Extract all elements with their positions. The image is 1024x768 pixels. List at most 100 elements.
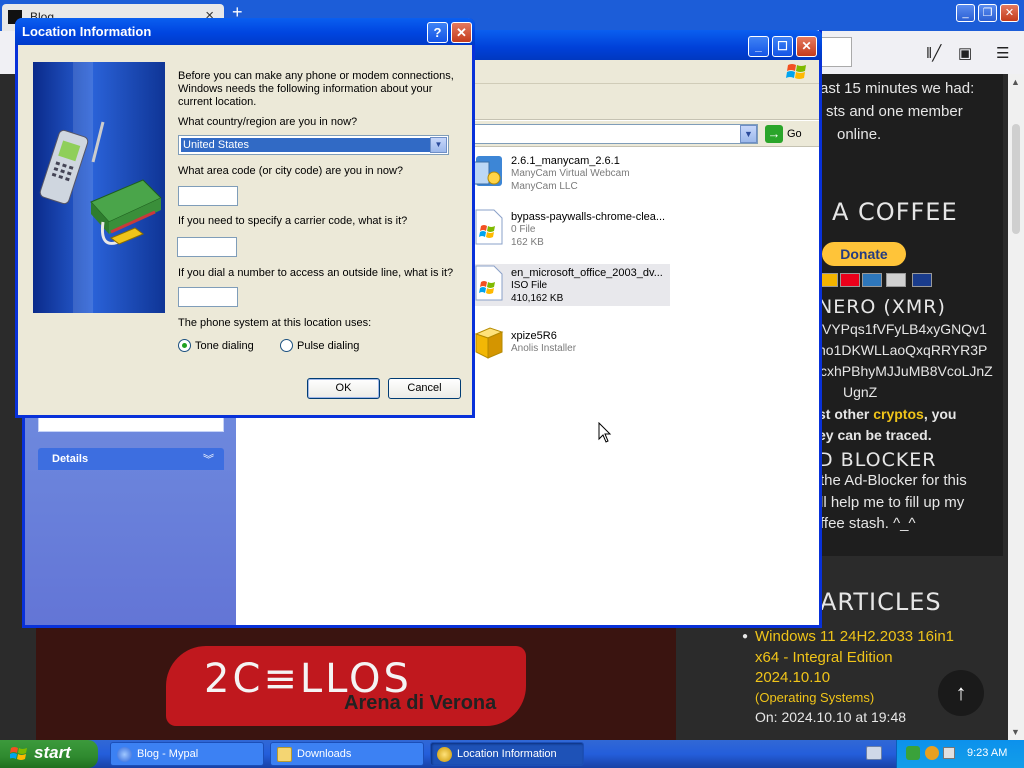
chevron-down-icon[interactable]: ︾ — [203, 451, 214, 467]
browser-close-button[interactable]: ✕ — [1000, 4, 1019, 22]
dialog-title-bar[interactable]: Location Information — [15, 18, 475, 45]
url-bar[interactable] — [818, 37, 852, 67]
taskbar-item-label: Downloads — [297, 748, 352, 760]
library-icon[interactable]: ‖╱ — [926, 44, 941, 62]
bank-card-icon — [912, 273, 932, 287]
sidebar-toggle-icon[interactable]: ▣ — [958, 44, 972, 62]
file-type: 0 File — [511, 224, 536, 235]
article-title-line3[interactable]: 2024.10.10 — [755, 669, 830, 686]
phone-system-question: The phone system at this location uses: — [178, 317, 372, 329]
mypal-browser-icon — [117, 747, 132, 762]
details-section-header[interactable]: Details ︾ — [38, 448, 224, 470]
donate-button[interactable]: Donate — [822, 242, 906, 266]
country-selected-value: United States — [181, 138, 430, 152]
cancel-button[interactable]: Cancel — [388, 378, 461, 399]
crypto-text-a: st other — [818, 406, 874, 422]
file-name[interactable]: xpize5R6 — [511, 330, 557, 342]
taskbar-item-label: Location Information — [457, 748, 557, 760]
taskbar-item-downloads[interactable]: Downloads — [270, 742, 424, 766]
visitors-text-line3: online. — [837, 126, 882, 143]
dialog-title: Location Information — [22, 24, 152, 39]
file-size: 162 KB — [511, 237, 544, 248]
carrier-code-input[interactable] — [177, 237, 237, 257]
adblock-heading: D BLOCKER — [818, 449, 937, 471]
article-category-link[interactable]: (Operating Systems) — [755, 690, 874, 705]
go-arrow-icon[interactable]: → — [765, 125, 783, 143]
xmr-address-line1: VYPqs1fVFyLB4xyGNQv1 — [822, 321, 987, 337]
file-name[interactable]: en_microsoft_office_2003_dv... — [511, 267, 663, 279]
help-button[interactable]: ? — [427, 22, 448, 43]
file-description: Anolis Installer — [511, 343, 577, 354]
details-label: Details — [52, 453, 89, 465]
start-label: start — [34, 743, 71, 762]
scroll-up-icon[interactable]: ▲ — [1011, 77, 1020, 87]
article-title-line1[interactable]: Windows 11 24H2.2033 16in1 — [755, 628, 954, 645]
xmr-address-line2: no1DKWLLaoQxqRRYR3P — [818, 342, 988, 358]
intro-text: Before you can make any phone or modem c… — [178, 70, 454, 108]
tone-dialing-radio[interactable] — [178, 339, 191, 352]
adblock-text-line3: ffee stash. ^_^ — [820, 515, 916, 532]
manycam-installer-icon[interactable] — [472, 152, 504, 190]
xmr-address-line3: cxhPBhyMJJuMB8VcoLJnZ — [820, 363, 993, 379]
article-date: On: 2024.10.10 at 19:48 — [755, 709, 907, 725]
list-bullet: ● — [742, 631, 749, 642]
article-title-line2[interactable]: x64 - Integral Edition — [755, 649, 893, 666]
country-question: What country/region are you in now? — [178, 116, 358, 128]
cryptos-link[interactable]: cryptos — [873, 406, 924, 422]
discover-icon — [886, 273, 906, 287]
address-dropdown-icon[interactable]: ▼ — [740, 125, 757, 143]
mastercard-icon — [840, 273, 860, 287]
installer-box-icon[interactable] — [472, 322, 504, 360]
maximize-button[interactable]: ☐ — [772, 36, 793, 57]
area-code-input[interactable] — [178, 186, 238, 206]
file-description: ManyCam Virtual Webcam — [511, 168, 630, 179]
browser-minimize-button[interactable]: _ — [956, 4, 975, 22]
windows-file-icon[interactable] — [472, 208, 504, 246]
adblock-text-line2: ll help me to fill up my — [820, 494, 965, 511]
chevron-down-icon[interactable]: ▼ — [430, 137, 447, 153]
taskbar-item-location-information[interactable]: Location Information — [430, 742, 584, 766]
close-button[interactable]: ✕ — [796, 36, 817, 57]
file-name[interactable]: bypass-paywalls-chrome-clea... — [511, 211, 665, 223]
monero-heading: NERO (XMR) — [818, 296, 946, 318]
menu-icon[interactable]: ☰ — [996, 44, 1009, 62]
area-code-question: What area code (or city code) are you in… — [178, 165, 404, 177]
concert-banner-image[interactable]: 2C≡LLOS Arena di Verona — [36, 628, 676, 740]
crypto-text-c: , you — [923, 406, 957, 422]
volume-icon[interactable] — [943, 747, 955, 759]
banner-subtitle: Arena di Verona — [344, 692, 497, 714]
windows-file-icon[interactable] — [472, 264, 504, 302]
file-type: ISO File — [511, 280, 548, 291]
file-name[interactable]: 2.6.1_manycam_2.6.1 — [511, 155, 620, 167]
network-icon[interactable] — [866, 746, 882, 760]
go-button-label[interactable]: Go — [787, 128, 802, 140]
clock[interactable]: 9:23 AM — [967, 747, 1007, 759]
page-scrollbar[interactable]: ▲ ▼ — [1008, 74, 1024, 740]
radio-selected-dot — [182, 343, 187, 348]
visitors-text-line1: ast 15 minutes we had: — [820, 80, 975, 97]
outside-line-question: If you dial a number to access an outsid… — [178, 267, 454, 279]
folder-icon — [277, 747, 292, 762]
browser-restore-button[interactable]: ❐ — [978, 4, 997, 22]
taskbar-item-blog[interactable]: Blog - Mypal — [110, 742, 264, 766]
carrier-code-question: If you need to specify a carrier code, w… — [178, 215, 408, 227]
back-to-top-button[interactable]: ↑ — [938, 670, 984, 716]
pulse-dialing-label[interactable]: Pulse dialing — [297, 340, 359, 353]
country-select[interactable]: United States ▼ — [178, 135, 449, 155]
scroll-thumb[interactable] — [1012, 124, 1020, 234]
tray-app-icon[interactable] — [906, 746, 920, 760]
pulse-dialing-radio[interactable] — [280, 339, 293, 352]
amex-icon — [862, 273, 882, 287]
minimize-button[interactable]: _ — [748, 36, 769, 57]
outside-line-input[interactable] — [178, 287, 238, 307]
tone-dialing-label[interactable]: Tone dialing — [195, 340, 254, 353]
start-button[interactable]: start — [0, 740, 98, 768]
file-company: ManyCam LLC — [511, 181, 578, 192]
coffee-heading: A COFFEE — [832, 198, 958, 226]
xmr-address-line4: UgnZ — [843, 384, 878, 400]
ok-button[interactable]: OK — [307, 378, 380, 399]
scroll-down-icon[interactable]: ▼ — [1011, 727, 1020, 737]
visitors-text-line2: sts and one member — [826, 103, 963, 120]
dialog-close-button[interactable]: ✕ — [451, 22, 472, 43]
tray-search-icon[interactable] — [925, 746, 939, 760]
